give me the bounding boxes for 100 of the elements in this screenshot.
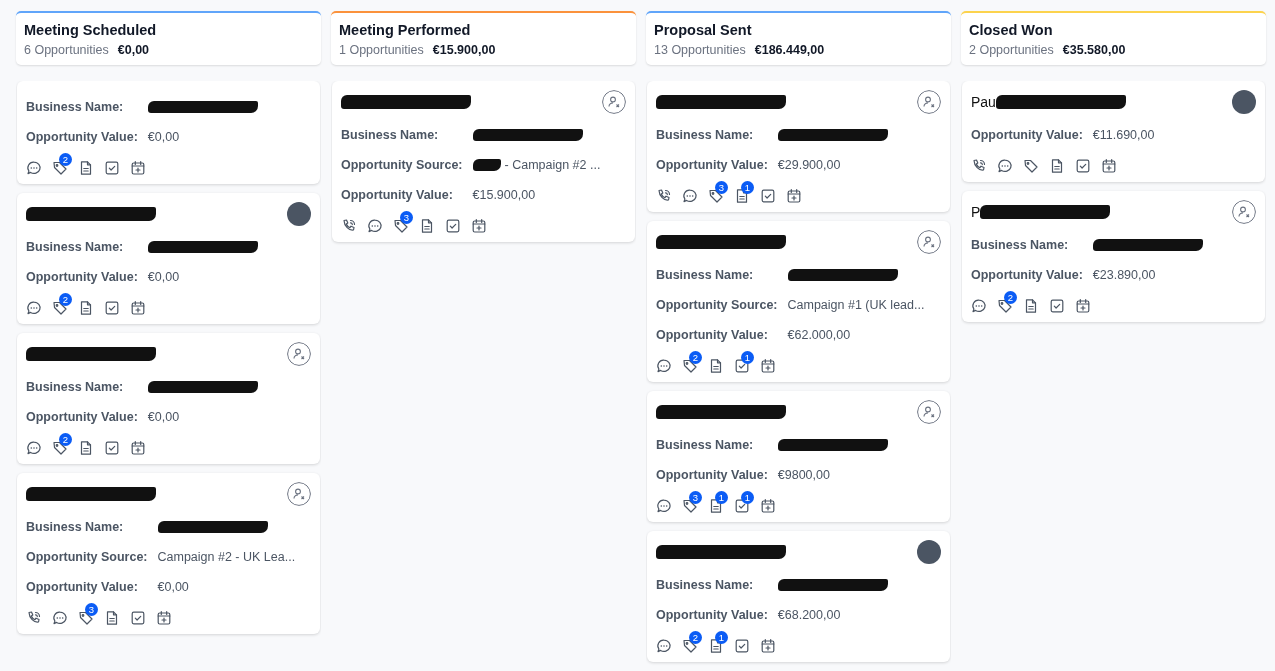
opportunity-count: 6 Opportunities: [24, 43, 109, 57]
checkbox-icon[interactable]: [760, 188, 776, 204]
count-badge: 3: [400, 211, 413, 224]
field-value: €29.900,00: [777, 157, 841, 174]
calendar-plus-icon[interactable]: [156, 610, 172, 626]
unassigned-user-icon[interactable]: [602, 90, 626, 114]
checkbox-icon[interactable]: [445, 218, 461, 234]
field-label: Business Name:: [26, 519, 125, 536]
contact-name: Pau: [971, 94, 996, 110]
chat-bubble-icon[interactable]: [656, 638, 672, 654]
calendar-plus-icon[interactable]: [760, 358, 776, 374]
field-value: €9800,00: [777, 467, 830, 484]
chat-bubble-icon[interactable]: [656, 358, 672, 374]
field-value: €0,00: [147, 269, 180, 286]
calendar-plus-icon[interactable]: [1075, 298, 1091, 314]
count-badge: 2: [59, 293, 72, 306]
document-icon[interactable]: [104, 610, 120, 626]
calendar-plus-icon[interactable]: [130, 160, 146, 176]
field-label: Business Name:: [341, 127, 440, 144]
checkbox-icon[interactable]: [1075, 158, 1091, 174]
opportunity-card[interactable]: Business Name: Opportunity Value: €68.200,00 2 1: [647, 531, 950, 662]
opportunity-card[interactable]: Business Name: Opportunity Value: €9800,00 3 1 1: [647, 391, 950, 522]
field-value: Campaign #2 - UK Lea...: [157, 549, 296, 566]
chat-bubble-icon[interactable]: [971, 298, 987, 314]
field-value: €15.900,00: [472, 187, 536, 204]
phone-icon[interactable]: [26, 610, 42, 626]
checkbox-icon[interactable]: [104, 160, 120, 176]
opportunity-card[interactable]: Business Name: Opportunity Value: €0,00 2: [17, 81, 320, 184]
column-total: €15.900,00: [432, 43, 496, 57]
field-label: Opportunity Value:: [656, 327, 769, 344]
opportunity-card[interactable]: Business Name: Opportunity Source: - Campaign #2 ... Opportunity Value: €15.900,00 3: [332, 81, 635, 242]
chat-bubble-icon[interactable]: [682, 188, 698, 204]
chat-bubble-icon[interactable]: [26, 300, 42, 316]
document-icon[interactable]: [708, 358, 724, 374]
column-total: €186.449,00: [754, 43, 825, 57]
document-icon[interactable]: [78, 440, 94, 456]
field-label: Business Name:: [26, 99, 125, 116]
calendar-plus-icon[interactable]: [760, 498, 776, 514]
unassigned-user-icon[interactable]: [1232, 200, 1256, 224]
chat-bubble-icon[interactable]: [26, 160, 42, 176]
document-icon[interactable]: [1049, 158, 1065, 174]
phone-icon[interactable]: [341, 218, 357, 234]
opportunity-card[interactable]: Business Name: Opportunity Value: €0,00 2: [17, 193, 320, 324]
unassigned-user-icon[interactable]: [917, 90, 941, 114]
field-label: Opportunity Value:: [971, 127, 1083, 144]
field-label: Opportunity Value:: [26, 269, 138, 286]
calendar-plus-icon[interactable]: [760, 638, 776, 654]
count-badge: 1: [741, 181, 754, 194]
opportunity-count: 13 Opportunities: [654, 43, 746, 57]
column-title: Meeting Performed: [339, 22, 472, 38]
count-badge: 2: [59, 153, 72, 166]
opportunity-card[interactable]: Business Name: Opportunity Source: Campaign #2 - UK Lea... Opportunity Value: €0,00 3: [17, 473, 320, 634]
phone-icon[interactable]: [656, 188, 672, 204]
tag-icon[interactable]: [1023, 158, 1039, 174]
chat-bubble-icon[interactable]: [367, 218, 383, 234]
opportunity-card[interactable]: Business Name: Opportunity Value: €0,00 2: [17, 333, 320, 464]
chat-bubble-icon[interactable]: [52, 610, 68, 626]
field-label: Opportunity Source:: [656, 297, 778, 314]
field-value: Campaign #1 (UK lead...: [787, 297, 925, 314]
field-label: Opportunity Value:: [656, 157, 768, 174]
unassigned-user-icon[interactable]: [917, 400, 941, 424]
field-value: - Campaign #2 ...: [504, 157, 601, 174]
unassigned-user-icon[interactable]: [287, 482, 311, 506]
checkbox-icon[interactable]: [1049, 298, 1065, 314]
unassigned-user-icon[interactable]: [917, 230, 941, 254]
phone-icon[interactable]: [971, 158, 987, 174]
calendar-plus-icon[interactable]: [1101, 158, 1117, 174]
checkbox-icon[interactable]: [130, 610, 146, 626]
field-label: Business Name:: [26, 379, 125, 396]
field-value: €11.690,00: [1092, 127, 1155, 144]
calendar-plus-icon[interactable]: [786, 188, 802, 204]
document-icon[interactable]: [1023, 298, 1039, 314]
checkbox-icon[interactable]: [104, 440, 120, 456]
field-label: Opportunity Source:: [26, 549, 148, 566]
field-label: Opportunity Value:: [971, 267, 1083, 284]
field-label: Business Name:: [656, 437, 755, 454]
calendar-plus-icon[interactable]: [471, 218, 487, 234]
field-label: Business Name:: [656, 267, 755, 284]
document-icon[interactable]: [419, 218, 435, 234]
column-title: Closed Won: [969, 22, 1054, 38]
unassigned-user-icon[interactable]: [287, 342, 311, 366]
chat-bubble-icon[interactable]: [656, 498, 672, 514]
opportunity-card[interactable]: Business Name: Opportunity Value: €29.900,00 3 1: [647, 81, 950, 212]
field-label: Business Name:: [26, 239, 125, 256]
count-badge: 2: [1004, 291, 1017, 304]
calendar-plus-icon[interactable]: [130, 300, 146, 316]
count-badge: 2: [689, 351, 702, 364]
chat-bubble-icon[interactable]: [26, 440, 42, 456]
contact-name: P: [971, 204, 981, 220]
opportunity-card[interactable]: Business Name: Opportunity Source: Campaign #1 (UK lead... Opportunity Value: €62.000,00 2 1: [647, 221, 950, 382]
checkbox-icon[interactable]: [104, 300, 120, 316]
document-icon[interactable]: [78, 160, 94, 176]
opportunity-card[interactable]: P Business Name: Opportunity Value: €23.890,00 2: [962, 191, 1265, 322]
calendar-plus-icon[interactable]: [130, 440, 146, 456]
field-value: €68.200,00: [777, 607, 841, 624]
count-badge: 1: [741, 351, 754, 364]
checkbox-icon[interactable]: [734, 638, 750, 654]
chat-bubble-icon[interactable]: [997, 158, 1013, 174]
opportunity-card[interactable]: Pau Opportunity Value: €11.690,00: [962, 81, 1265, 182]
document-icon[interactable]: [78, 300, 94, 316]
